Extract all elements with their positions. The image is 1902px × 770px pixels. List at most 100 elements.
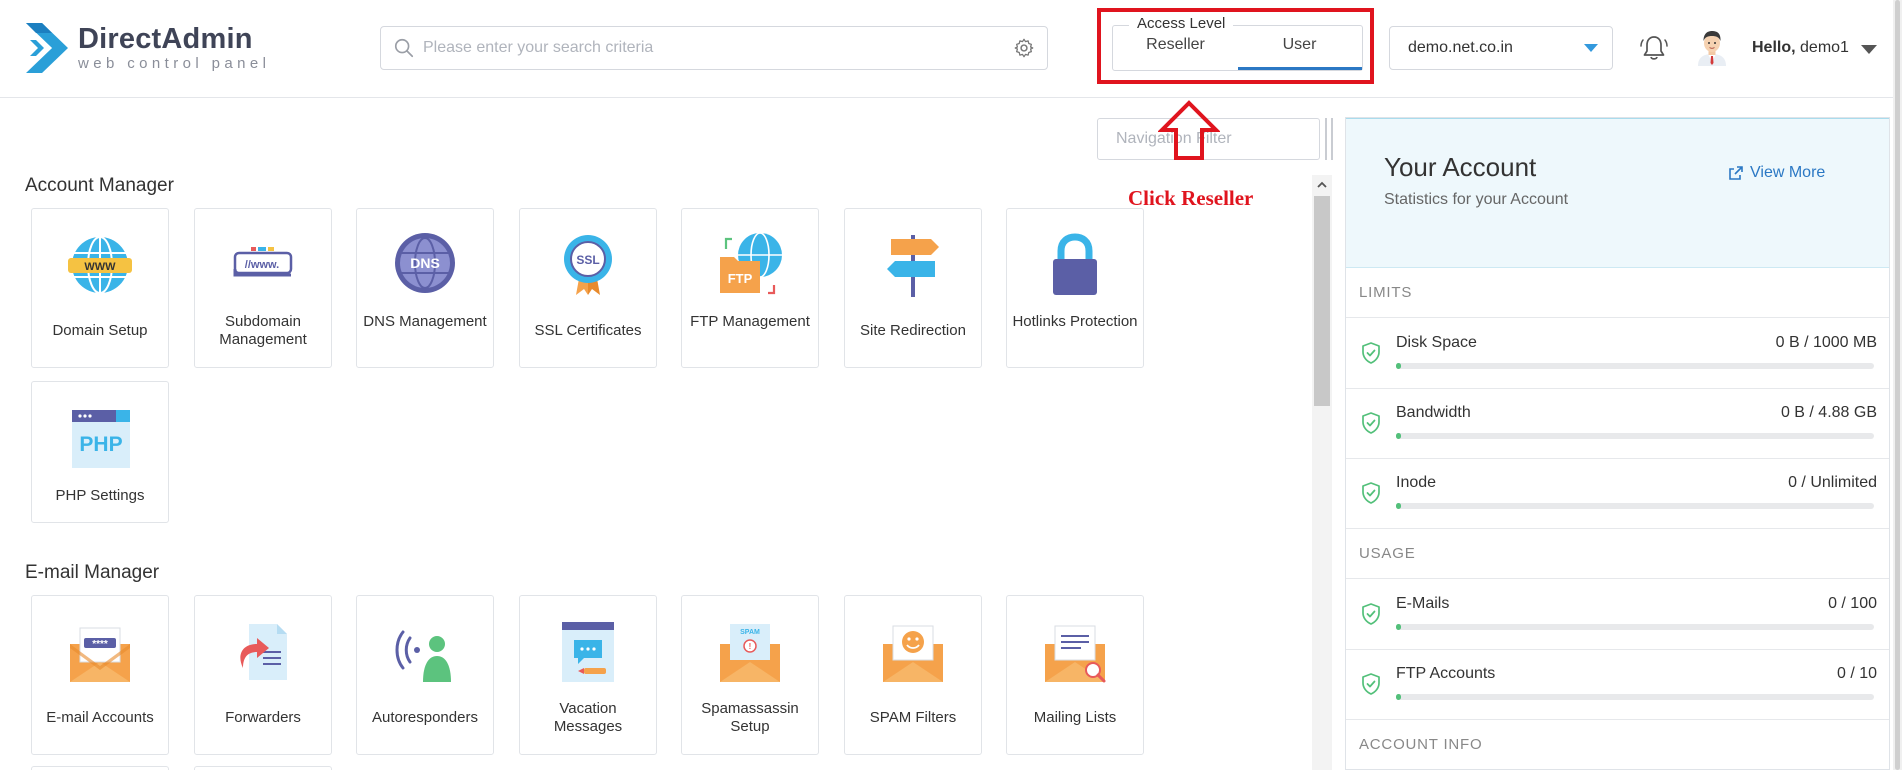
stat-progress-fill	[1396, 503, 1401, 509]
stat-value: 0 / 10	[1836, 665, 1877, 682]
chevron-down-icon	[1584, 44, 1598, 52]
username: demo1	[1800, 39, 1849, 56]
card-label: Mailing Lists	[1033, 709, 1117, 726]
search-input[interactable]	[423, 39, 1013, 57]
card-label: SPAM Filters	[869, 709, 957, 726]
card-site-redirection[interactable]: Site Redirection	[844, 208, 982, 368]
card-autoresponders[interactable]: Autoresponders	[356, 595, 494, 755]
logo-name: DirectAdmin	[78, 23, 253, 55]
content-scrollbar-thumb[interactable]	[1314, 196, 1330, 406]
view-more-link[interactable]: View More	[1728, 164, 1825, 182]
card-subdomain-management[interactable]: //www. Subdomain Management	[194, 208, 332, 368]
top-header: DirectAdmin web control panel	[0, 0, 1902, 98]
stat-value: 0 / Unlimited	[1788, 474, 1877, 491]
vacation-message-icon	[562, 622, 614, 682]
stats-group-label: LIMITS	[1346, 268, 1889, 318]
panel-header: Your Account Statistics for your Account…	[1346, 118, 1889, 268]
shield-check-icon	[1359, 672, 1383, 696]
page-scrollbar-thumb[interactable]	[1895, 0, 1900, 770]
search-settings-gear-icon[interactable]	[1013, 37, 1035, 59]
card-php-settings[interactable]: PHP PHP Settings	[31, 381, 169, 523]
ssl-badge-icon: SSL	[564, 235, 612, 295]
stat-progress-fill	[1396, 433, 1401, 439]
card-label: E-mail Accounts	[46, 709, 154, 726]
stat-progress-fill	[1396, 694, 1401, 700]
domain-select[interactable]: demo.net.co.in	[1389, 26, 1613, 70]
card-label: Forwarders	[225, 709, 301, 726]
section-title-email-manager: E-mail Manager	[25, 562, 160, 583]
card-email-accounts[interactable]: **** E-mail Accounts	[31, 595, 169, 755]
shield-check-icon	[1359, 602, 1383, 626]
global-search[interactable]	[380, 26, 1048, 70]
logo-text: DirectAdmin web control panel	[78, 23, 271, 72]
card-dns-management[interactable]: DNS DNS Management	[356, 208, 494, 368]
panel-title: Your Account	[1384, 152, 1537, 182]
stat-row: FTP Accounts 0 / 10	[1346, 650, 1889, 720]
card-partial[interactable]	[194, 766, 332, 770]
svg-text:WWW: WWW	[84, 261, 116, 273]
card-label: DNS Management	[363, 313, 487, 330]
card-label: Subdomain Management	[219, 313, 307, 348]
card-domain-setup[interactable]: WWW Domain Setup	[31, 208, 169, 368]
scroll-up-arrow-icon[interactable]	[1315, 178, 1329, 192]
your-account-panel: Your Account Statistics for your Account…	[1345, 117, 1890, 770]
stats-group-label: USAGE	[1346, 529, 1889, 579]
annotation-arrow-up-icon	[1158, 100, 1220, 160]
card-label: SSL Certificates	[534, 322, 642, 339]
notification-bell-icon[interactable]	[1638, 32, 1670, 64]
card-label: Vacation Messages	[553, 700, 623, 735]
svg-text:SPAM: SPAM	[740, 629, 760, 636]
signpost-icon	[887, 235, 939, 297]
padlock-icon	[1053, 233, 1097, 295]
access-level-legend: Access Level	[1129, 15, 1234, 32]
card-hotlinks-protection[interactable]: Hotlinks Protection	[1006, 208, 1144, 368]
subdomain-icon: //www.	[233, 247, 293, 277]
email-password-icon: ****	[70, 627, 130, 682]
card-spamassassin-setup[interactable]: SPAM ! Spamassassin Setup	[681, 595, 819, 755]
card-spam-filters[interactable]: SPAM Filters	[844, 595, 982, 755]
svg-text:SSL: SSL	[576, 253, 599, 267]
php-window-icon: PHP	[72, 410, 130, 468]
stat-progress-fill	[1396, 624, 1401, 630]
access-level-user-tab[interactable]: User	[1237, 36, 1362, 54]
stat-row: E-Mails 0 / 100	[1346, 580, 1889, 650]
panel-subtitle: Statistics for your Account	[1384, 191, 1569, 208]
card-label: PHP Settings	[55, 487, 145, 504]
card-mailing-lists[interactable]: Mailing Lists	[1006, 595, 1144, 755]
panel-resize-handle[interactable]	[1325, 118, 1333, 160]
card-ssl-certificates[interactable]: SSL SSL Certificates	[519, 208, 657, 368]
logo[interactable]: DirectAdmin web control panel	[24, 20, 270, 76]
card-vacation-messages[interactable]: Vacation Messages	[519, 595, 657, 755]
stat-row: Disk Space 0 B / 1000 MB	[1346, 319, 1889, 389]
svg-text:!: !	[749, 642, 752, 651]
card-label: Hotlinks Protection	[1012, 313, 1138, 330]
user-greeting[interactable]: Hello, demo1	[1752, 39, 1849, 57]
shield-check-icon	[1359, 341, 1383, 365]
card-ftp-management[interactable]: FTP FTP Management	[681, 208, 819, 368]
logo-tagline: web control panel	[78, 55, 271, 72]
stat-row: Bandwidth 0 B / 4.88 GB	[1346, 389, 1889, 459]
stat-progress-bar	[1396, 363, 1874, 369]
stat-name: Bandwidth	[1396, 404, 1471, 421]
access-level-reseller-tab[interactable]: Reseller	[1113, 36, 1238, 54]
stat-progress-bar	[1396, 624, 1874, 630]
autoresponder-icon	[395, 630, 451, 682]
section-title-account-manager: Account Manager	[25, 175, 174, 196]
shield-check-icon	[1359, 481, 1383, 505]
svg-text:PHP: PHP	[79, 433, 122, 456]
stat-progress-bar	[1396, 433, 1874, 439]
card-partial[interactable]	[31, 766, 169, 770]
ftp-folder-icon: FTP	[720, 232, 782, 295]
card-label: Spamassassin Setup	[701, 700, 799, 735]
annotation-note: Click Reseller	[1128, 186, 1254, 210]
stat-name: Inode	[1396, 474, 1437, 491]
stat-value: 0 B / 1000 MB	[1775, 334, 1877, 351]
card-label: FTP Management	[690, 313, 810, 330]
user-avatar-icon[interactable]	[1694, 28, 1730, 66]
stat-progress-bar	[1396, 694, 1874, 700]
user-menu-caret-icon[interactable]	[1861, 45, 1877, 54]
shield-check-icon	[1359, 411, 1383, 435]
stat-progress-fill	[1396, 363, 1401, 369]
card-forwarders[interactable]: Forwarders	[194, 595, 332, 755]
external-link-icon	[1729, 166, 1743, 180]
